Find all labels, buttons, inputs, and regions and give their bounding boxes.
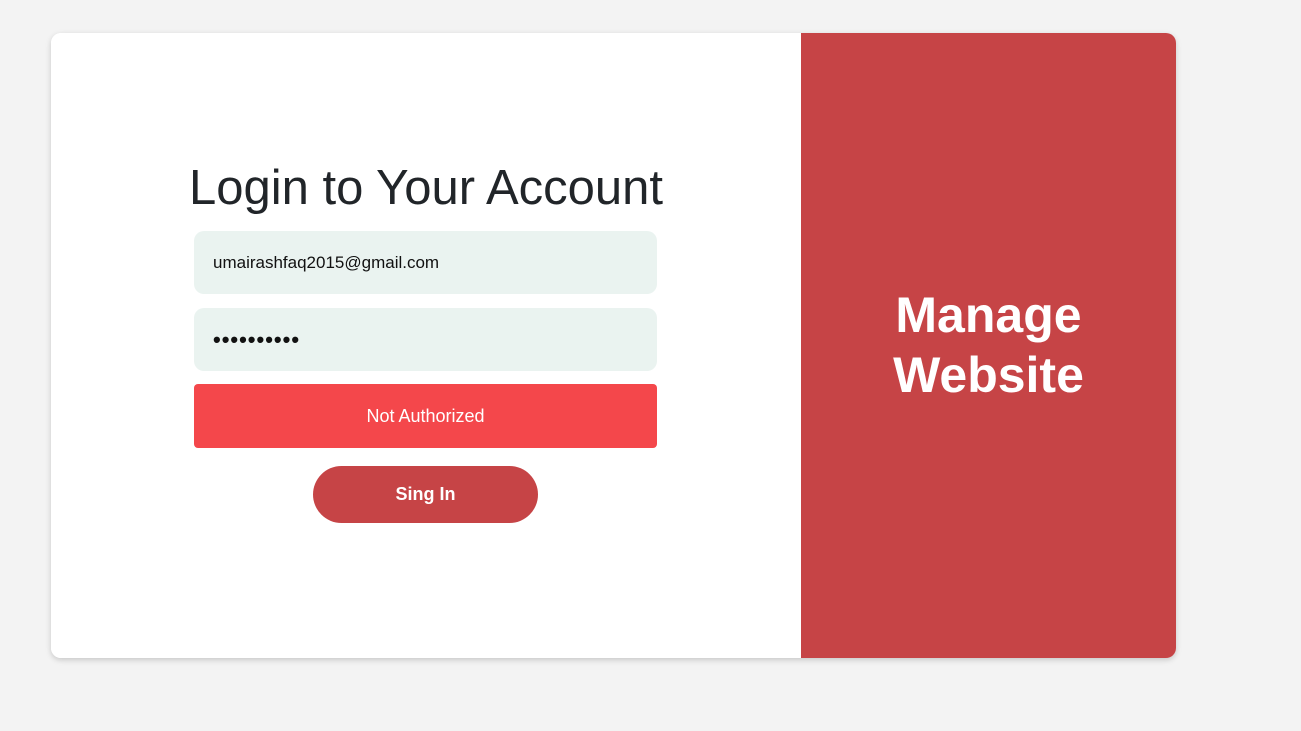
signin-button[interactable]: Sing In — [313, 466, 538, 523]
email-field[interactable]: umairashfaq2015@gmail.com — [194, 231, 657, 294]
error-alert: Not Authorized — [194, 384, 657, 448]
side-panel-title: Manage Website — [801, 285, 1176, 405]
password-field[interactable]: •••••••••• — [194, 308, 657, 371]
side-panel: Manage Website — [801, 33, 1176, 658]
page-title: Login to Your Account — [188, 161, 664, 215]
side-title-line-1: Manage — [895, 287, 1082, 343]
login-panel: Login to Your Account umairashfaq2015@gm… — [51, 33, 801, 658]
login-card: Login to Your Account umairashfaq2015@gm… — [51, 33, 1176, 658]
side-title-line-2: Website — [893, 347, 1084, 403]
